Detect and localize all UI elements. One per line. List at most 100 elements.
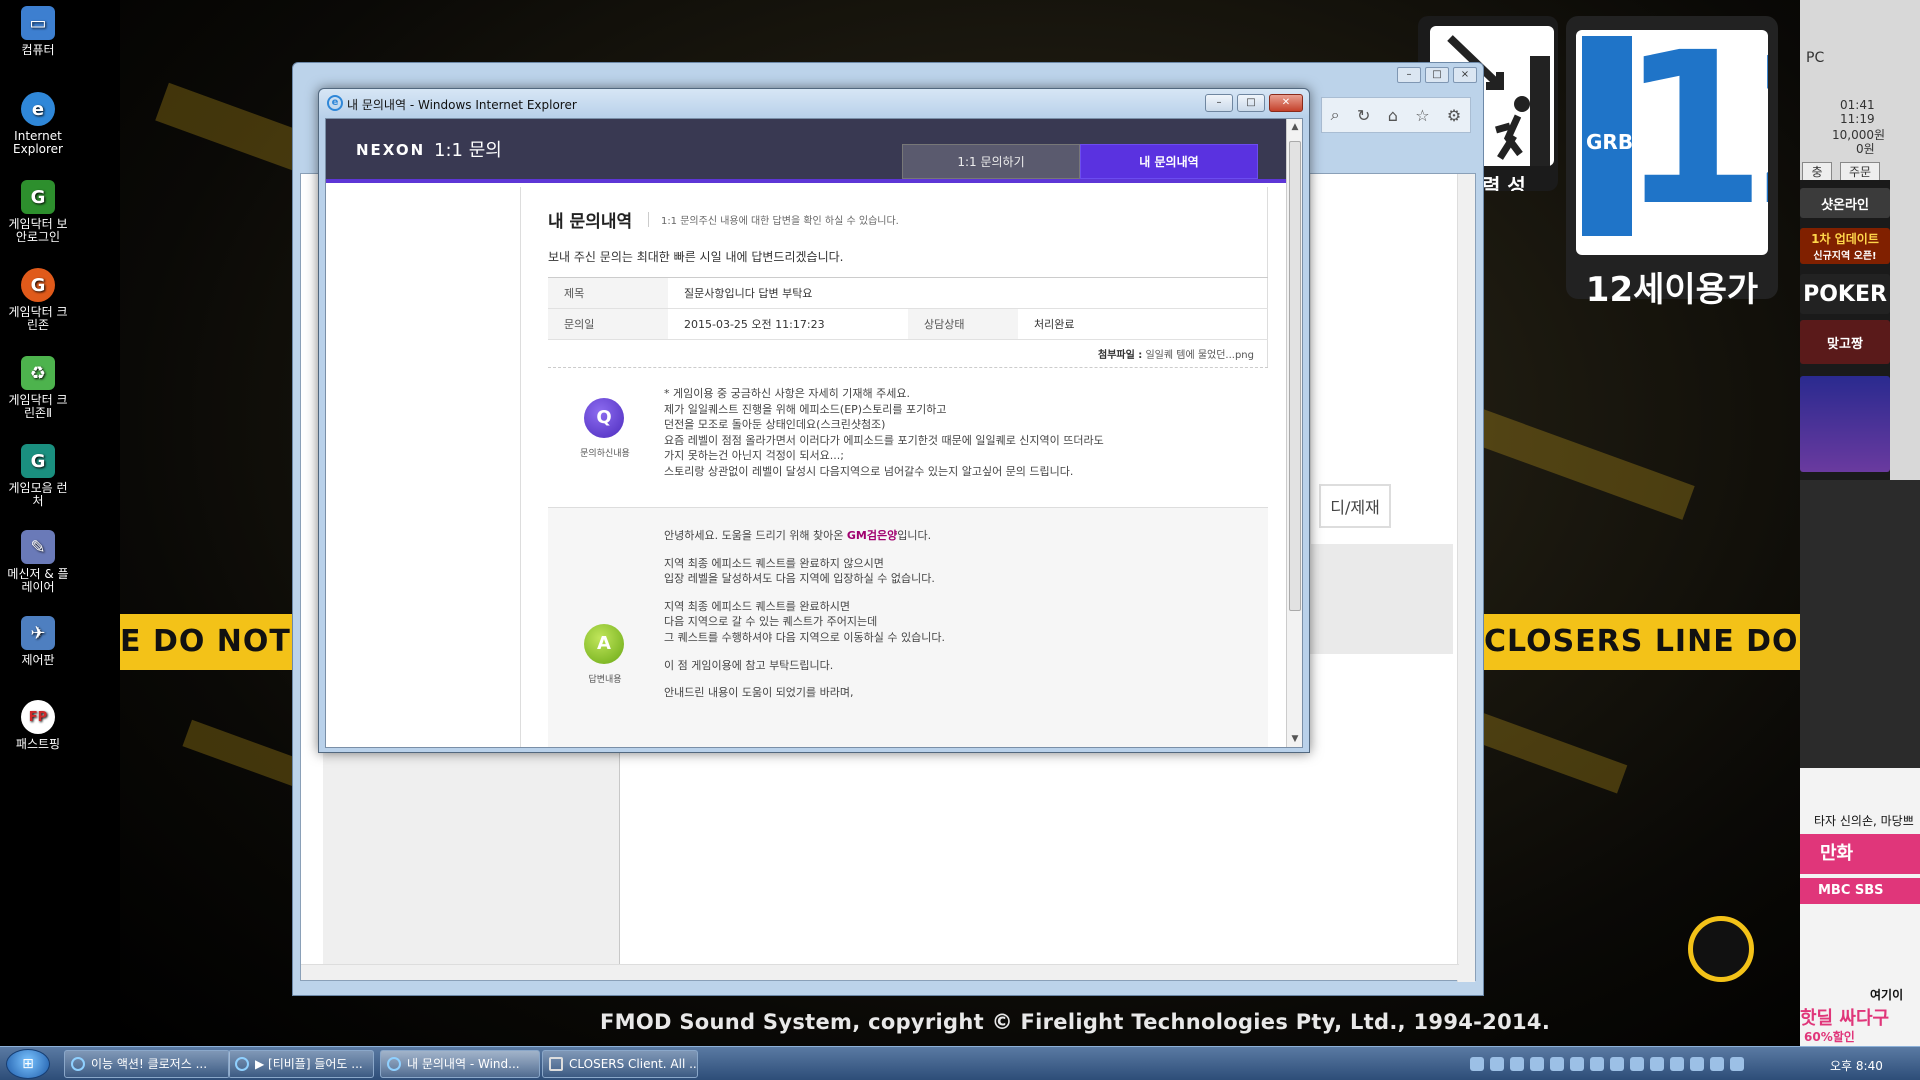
network-icon[interactable] xyxy=(1730,1057,1744,1071)
start-button[interactable]: ⊞ xyxy=(6,1049,50,1079)
desktop-icon-game-doctor-cleanzone-2[interactable]: ♻ 게임닥터 크린존Ⅱ xyxy=(6,356,70,420)
desktop-icon-game-launcher[interactable]: G 게임모음 런처 xyxy=(6,444,70,508)
nav-pill[interactable]: 디/제재 xyxy=(1319,484,1391,528)
game-doctor-lock-icon: G xyxy=(21,180,55,214)
caution-tape-right: CLOSERS LINE DO NOT CR xyxy=(1484,614,1800,670)
tray-icon[interactable] xyxy=(1530,1057,1544,1071)
desktop-icon-internet-explorer[interactable]: e Internet Explorer xyxy=(6,92,70,156)
taskbar-item-closers-site[interactable]: 이능 액션! 클로저스 ... xyxy=(64,1050,230,1078)
response-notice: 보내 주신 문의는 최대한 빠른 시일 내에 답변드리겠습니다. xyxy=(548,250,844,264)
tray-icon[interactable] xyxy=(1610,1057,1624,1071)
subject-label: 제목 xyxy=(548,277,668,309)
answer-text: 안녕하세요. 도움을 드리기 위해 찾아온 GM검은양입니다. 지역 최종 에피… xyxy=(664,528,945,713)
tab-ask-inquiry[interactable]: 1:1 문의하기 xyxy=(902,144,1080,179)
answer-paragraph: 지역 최종 에피소드 퀘스트를 완료하지 않으시면 입장 레벨을 달성하셔도 다… xyxy=(664,556,935,586)
answer-paragraph: 지역 최종 에피소드 퀘스트를 완료하시면 다음 지역으로 갈 수 있는 퀘스트… xyxy=(664,599,945,644)
charge-button[interactable]: 충 xyxy=(1802,162,1832,181)
fmod-copyright: FMOD Sound System, copyright © Firelight… xyxy=(600,1010,1551,1034)
gear-icon[interactable]: ⚙ xyxy=(1447,106,1461,125)
minimize-button[interactable]: – xyxy=(1205,94,1233,112)
answer-block: A 답변내용 안녕하세요. 도움을 드리기 위해 찾아온 GM검은양입니다. 지… xyxy=(548,508,1268,747)
tab-my-inquiries[interactable]: 내 문의내역 xyxy=(1080,144,1258,179)
volume-icon[interactable] xyxy=(1710,1057,1724,1071)
desktop-icon-label: 컴퓨터 xyxy=(21,43,55,57)
inquiry-info-table: 제목 질문사항입니다 답변 부탁요 문의일 2015-03-25 오전 11:1… xyxy=(548,277,1268,340)
background-vertical-scrollbar[interactable] xyxy=(1457,174,1475,982)
popup-vertical-scrollbar[interactable]: ▲ ▼ xyxy=(1286,119,1302,747)
minimize-icon[interactable]: – xyxy=(1397,67,1421,83)
close-button[interactable]: ✕ xyxy=(1269,94,1303,112)
tray-icon[interactable] xyxy=(1550,1057,1564,1071)
tray-icon[interactable] xyxy=(1670,1057,1684,1071)
refresh-icon[interactable]: ↻ xyxy=(1357,106,1370,125)
close-icon[interactable]: × xyxy=(1453,67,1477,83)
desktop-icon-game-doctor-cleanzone[interactable]: G 게임닥터 크린존 xyxy=(6,268,70,332)
search-icon[interactable]: ⌕ xyxy=(1331,105,1340,125)
desktop-icon-computer[interactable]: ▭ 컴퓨터 xyxy=(6,6,70,57)
internet-explorer-icon xyxy=(387,1057,401,1071)
messenger-icon: ✎ xyxy=(21,530,55,564)
control-panel-icon: ✈ xyxy=(21,616,55,650)
side-item-poker[interactable]: POKER xyxy=(1800,274,1890,314)
hotdeal-ad[interactable]: 핫딜 싸다구 xyxy=(1800,1004,1920,1030)
window-title: 내 문의내역 - Windows Internet Explorer xyxy=(347,98,577,112)
tray-icon[interactable] xyxy=(1470,1057,1484,1071)
internet-explorer-icon: e xyxy=(21,92,55,126)
desktop-icon-fastping[interactable]: FP 패스트핑 xyxy=(6,700,70,751)
inquiry-content: 내 문의내역 1:1 문의주신 내용에 대한 답변을 확인 하실 수 있습니다.… xyxy=(548,207,1268,747)
browser-toolbar: ⌕ ↻ ⌂ ☆ ⚙ xyxy=(1321,97,1471,133)
taskbar-item-inquiry-history[interactable]: 내 문의내역 - Wind... xyxy=(380,1050,540,1078)
now-loading-icon xyxy=(1688,916,1754,982)
order-button[interactable]: 주문 xyxy=(1840,162,1880,181)
age-rating-badge: 12 GRB 12세이용가 xyxy=(1566,16,1778,310)
gm-name: GM검은양 xyxy=(846,529,898,542)
answer-paragraph: 이 점 게임이용에 참고 부탁드립니다. xyxy=(664,658,834,672)
desktop-icon-control-panel[interactable]: ✈ 제어판 xyxy=(6,616,70,667)
tray-icon[interactable] xyxy=(1570,1057,1584,1071)
maximize-icon[interactable]: □ xyxy=(1425,67,1449,83)
zero-balance: 0원 xyxy=(1856,142,1875,156)
side-item-matgo[interactable]: 맞고짱 xyxy=(1800,320,1890,364)
desktop-icon-game-doctor-login[interactable]: G 게임닥터 보안로그인 xyxy=(6,180,70,244)
hotdeal-discount: 60%할인 xyxy=(1804,1030,1855,1044)
answer-label: 답변내용 xyxy=(588,675,622,685)
question-line: 던전을 모조로 돌아둔 상태인데요(스크린샷첨조) xyxy=(664,418,886,432)
side-item-update[interactable]: 1차 업데이트 신규지역 오픈! xyxy=(1800,228,1890,264)
taskbar-item-closers-client[interactable]: CLOSERS Client. All ... xyxy=(542,1050,698,1078)
question-badge-icon: Q xyxy=(584,398,624,438)
attachment-row: 첨부파일 : 일일퀘 템에 물었던...png xyxy=(548,346,1268,361)
tray-icon[interactable] xyxy=(1510,1057,1524,1071)
desktop-icon-label: 게임닥터 크린존 xyxy=(8,305,68,332)
desktop-icon-messenger-player[interactable]: ✎ 메신저 & 플레이어 xyxy=(6,530,70,594)
attachment-file-link[interactable]: 일일퀘 템에 물었던...png xyxy=(1145,350,1254,361)
maximize-button[interactable]: □ xyxy=(1237,94,1265,112)
tray-icon[interactable] xyxy=(1590,1057,1604,1071)
date-value: 2015-03-25 오전 11:17:23 xyxy=(668,308,908,340)
scroll-down-icon[interactable]: ▼ xyxy=(1287,731,1302,747)
background-horizontal-scrollbar[interactable] xyxy=(301,964,1459,980)
scroll-up-icon[interactable]: ▲ xyxy=(1287,119,1302,135)
star-icon[interactable]: ☆ xyxy=(1415,106,1429,125)
answer-greeting: 안녕하세요. 도움을 드리기 위해 찾아온 GM검은양입니다. xyxy=(664,529,932,542)
home-icon[interactable]: ⌂ xyxy=(1388,106,1398,125)
taskbar-clock[interactable]: 오후 8:40 xyxy=(1830,1057,1883,1074)
date-label: 문의일 xyxy=(548,308,668,340)
comic-button[interactable]: 만화 xyxy=(1800,834,1920,874)
desktop-icon-label: 게임모음 런처 xyxy=(8,481,68,508)
tray-icon[interactable] xyxy=(1630,1057,1644,1071)
taskbar-item-tvple[interactable]: ▶ [티비플] 들어도 ... xyxy=(228,1050,374,1078)
tray-icon[interactable] xyxy=(1490,1057,1504,1071)
scroll-thumb[interactable] xyxy=(1289,141,1301,611)
question-line: 가지 못하는건 아닌지 걱정이 되서요...; xyxy=(664,449,844,463)
desktop-icon-column xyxy=(0,0,120,1046)
broadcast-brands[interactable]: MBC SBS xyxy=(1800,878,1920,904)
nexon-logo[interactable]: NEXON xyxy=(356,141,425,159)
window-titlebar[interactable]: e 내 문의내역 - Windows Internet Explorer – □… xyxy=(319,89,1309,117)
side-item-game-banner[interactable] xyxy=(1800,376,1890,472)
tray-icon[interactable] xyxy=(1690,1057,1704,1071)
tray-icon[interactable] xyxy=(1650,1057,1664,1071)
side-item-shot-online[interactable]: 샷온라인 xyxy=(1800,188,1890,218)
page-description: 1:1 문의주신 내용에 대한 답변을 확인 하실 수 있습니다. xyxy=(647,212,899,227)
age-rating-number: 12 xyxy=(1620,30,1768,252)
game-client-icon xyxy=(549,1057,563,1071)
